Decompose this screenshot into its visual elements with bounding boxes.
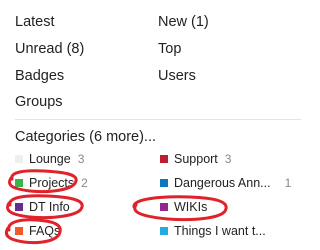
category-faqs[interactable]: FAQs <box>15 223 140 239</box>
nav-top[interactable]: Top <box>158 40 181 58</box>
category-count: 1 <box>284 176 292 190</box>
category-count: 3 <box>224 152 232 166</box>
nav-new[interactable]: New (1) <box>158 13 209 31</box>
menu-divider <box>15 119 301 120</box>
category-name: Things I want t... <box>174 224 266 238</box>
nav-unread[interactable]: Unread (8) <box>15 40 84 58</box>
category-support[interactable]: Support 3 <box>160 151 301 167</box>
category-name: FAQs <box>29 224 61 238</box>
nav-users[interactable]: Users <box>158 67 196 85</box>
category-swatch <box>15 179 23 187</box>
category-swatch <box>15 203 23 211</box>
category-wikis[interactable]: WIKIs <box>160 199 301 215</box>
category-dt-info[interactable]: DT Info <box>15 199 140 215</box>
category-count: 2 <box>81 176 88 190</box>
category-swatch <box>15 155 23 163</box>
category-swatch <box>160 179 168 187</box>
nav-groups[interactable]: Groups <box>15 93 63 111</box>
categories-more-link[interactable]: Categories (6 more)... <box>15 128 156 146</box>
category-projects[interactable]: Projects 2 <box>15 175 140 191</box>
hamburger-menu-panel: Latest New (1) Unread (8) Top Badges Use… <box>0 0 301 250</box>
category-name: Dangerous Ann... <box>174 176 271 190</box>
category-dangerous-announcements[interactable]: Dangerous Ann... 1 <box>160 175 301 191</box>
nav-badges[interactable]: Badges <box>15 67 64 85</box>
category-lounge[interactable]: Lounge 3 <box>15 151 140 167</box>
nav-latest[interactable]: Latest <box>15 13 55 31</box>
category-name: WIKIs <box>174 200 208 214</box>
category-count: 3 <box>77 152 85 166</box>
category-swatch <box>160 155 168 163</box>
category-things-i-want[interactable]: Things I want t... <box>160 223 301 239</box>
category-swatch <box>160 227 168 235</box>
category-name: DT Info <box>29 200 70 214</box>
category-swatch <box>160 203 168 211</box>
category-name: Projects <box>29 176 75 190</box>
category-name: Support <box>174 152 218 166</box>
category-swatch <box>15 227 23 235</box>
category-name: Lounge <box>29 152 71 166</box>
